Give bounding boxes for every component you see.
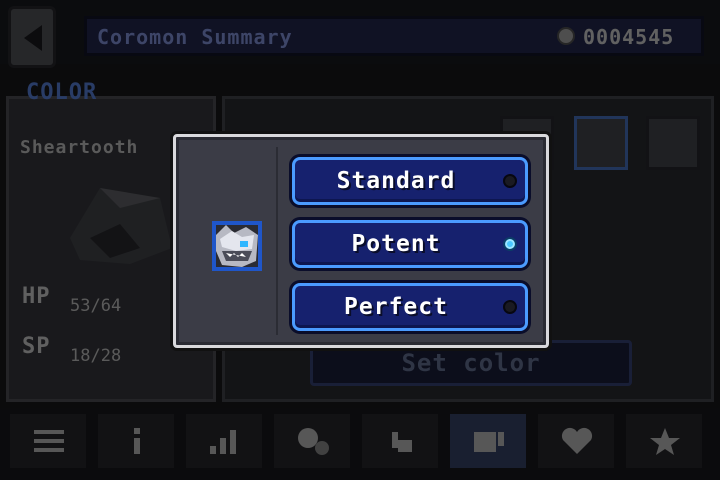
back-arrow-icon: [24, 25, 42, 51]
standard-option-button[interactable]: Standard: [292, 157, 528, 205]
page-title: Coromon Summary: [97, 25, 293, 49]
tab-stats[interactable]: [184, 412, 264, 470]
perfect-radio-indicator: [503, 300, 517, 314]
tab-star[interactable]: [624, 412, 704, 470]
coin-count: 0004545: [583, 25, 675, 49]
potent-radio-indicator: [503, 237, 517, 251]
variant-potent-thumb[interactable]: [574, 116, 628, 170]
potent-option-button[interactable]: Potent: [292, 220, 528, 268]
tab-list[interactable]: [8, 412, 88, 470]
heart-icon: [561, 427, 593, 454]
hp-label: HP: [22, 284, 51, 309]
coromon-name: Sheartooth: [20, 137, 139, 158]
sp-label: SP: [22, 334, 51, 359]
sp-value: 18/28: [70, 346, 122, 366]
info-icon: [134, 428, 140, 454]
header-bar: Coromon Summary 0004545: [0, 0, 720, 68]
color-icon: [474, 432, 504, 452]
coromon-portrait-icon: [212, 221, 262, 271]
potent-option-label: Potent: [351, 231, 441, 257]
hand-icon: [392, 432, 412, 452]
dialog-divider: [276, 147, 278, 335]
tab-skills[interactable]: [272, 412, 352, 470]
potency-dialog: Standard Potent Perfect: [173, 134, 549, 348]
tab-heart[interactable]: [536, 412, 616, 470]
section-label: COLOR: [26, 80, 98, 105]
title-bar: Coromon Summary 0004545: [84, 16, 704, 56]
star-icon: [650, 428, 680, 455]
tab-color[interactable]: [448, 412, 528, 470]
coin-icon: [557, 27, 575, 45]
list-icon: [34, 430, 64, 452]
tab-hand[interactable]: [360, 412, 440, 470]
stats-icon: [210, 430, 236, 454]
variant-perfect-thumb[interactable]: [646, 116, 700, 170]
tab-info[interactable]: [96, 412, 176, 470]
skills-icon: [298, 428, 329, 455]
coromon-sprite: [70, 188, 172, 264]
perfect-option-label: Perfect: [344, 294, 448, 320]
hp-value: 53/64: [70, 296, 122, 316]
standard-radio-indicator: [503, 174, 517, 188]
back-button[interactable]: [8, 6, 56, 68]
perfect-option-button[interactable]: Perfect: [292, 283, 528, 331]
standard-option-label: Standard: [336, 168, 456, 194]
